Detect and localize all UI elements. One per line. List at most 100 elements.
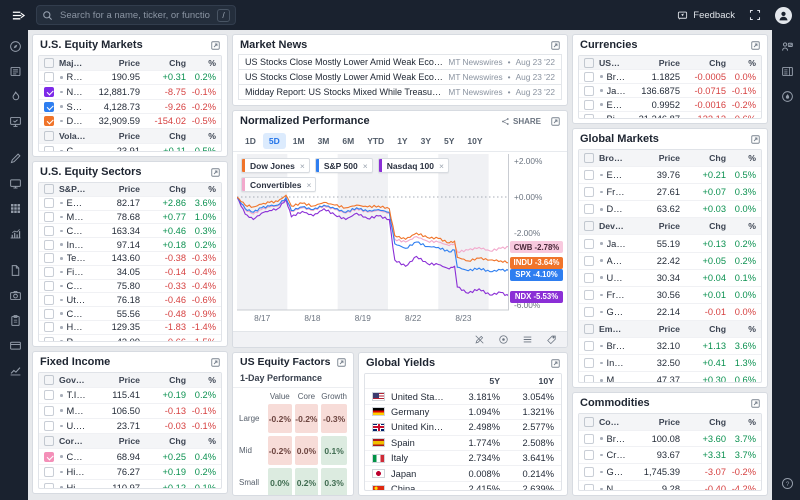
row-checkbox[interactable] <box>44 86 54 97</box>
row-checkbox[interactable] <box>44 211 54 222</box>
yield-row[interactable]: United Kingdom 2.498% 2.577% <box>365 420 561 436</box>
app-logo-icon[interactable] <box>8 6 28 24</box>
table-row[interactable]: Major Indices & ETFs Price Chg % <box>39 56 221 71</box>
news-item[interactable]: Midday Report: US Stocks Mixed While Tre… <box>238 84 562 100</box>
row-checkbox[interactable] <box>584 289 594 300</box>
row-checkbox[interactable] <box>44 436 54 447</box>
table-row[interactable]: Industrials 97.14 +0.18 0.2% <box>39 238 221 252</box>
legend-close-icon[interactable]: × <box>363 161 368 171</box>
factor-cell[interactable]: -0.2% <box>268 436 292 465</box>
row-checkbox[interactable] <box>584 153 594 164</box>
legend-chip[interactable]: Convertibles × <box>241 177 317 192</box>
range-button[interactable]: 5Y <box>438 133 460 149</box>
row-checkbox[interactable] <box>584 358 594 369</box>
row-checkbox[interactable] <box>584 306 594 317</box>
news-item[interactable]: US Stocks Close Mostly Lower Amid Weak E… <box>238 69 562 85</box>
range-button[interactable]: 3M <box>312 133 336 149</box>
expand-icon[interactable] <box>551 358 560 368</box>
table-row[interactable]: Australia 22.42 +0.05 0.2% <box>579 253 761 270</box>
row-checkbox[interactable] <box>44 267 54 278</box>
row-checkbox[interactable] <box>44 390 54 401</box>
table-row[interactable]: Russell 2000 190.95 +0.31 0.2% <box>39 71 221 86</box>
table-row[interactable]: Germany 22.14 -0.01 0.0% <box>579 304 761 321</box>
factor-cell[interactable]: -0.2% <box>268 404 292 433</box>
table-row[interactable]: S&P 500 4,128.73 -9.26 -0.2% <box>39 100 221 115</box>
row-checkbox[interactable] <box>44 253 54 264</box>
sidebar-item-help[interactable]: ? <box>772 471 800 496</box>
yield-row[interactable]: United States 3.181% 3.054% <box>365 389 561 405</box>
table-row[interactable]: Crude Oil 93.67 +3.31 3.7% <box>579 447 761 465</box>
row-checkbox[interactable] <box>44 116 54 127</box>
sidebar-item-apps[interactable] <box>0 196 28 221</box>
yield-row[interactable]: Germany 1.094% 1.321% <box>365 405 561 421</box>
table-row[interactable]: Health Care 129.35 -1.83 -1.4% <box>39 321 221 335</box>
sidebar-item-camera[interactable] <box>0 283 28 308</box>
table-row[interactable]: T.I.P.S 115.41 +0.19 0.2% <box>39 388 221 404</box>
avatar[interactable] <box>775 6 792 24</box>
legend-chip[interactable]: S&P 500 × <box>314 158 373 173</box>
sidebar-item-advisor[interactable] <box>772 34 800 59</box>
table-row[interactable]: Nasdaq 100 12,881.79 -8.75 -0.1% <box>39 85 221 100</box>
expand-icon[interactable] <box>211 167 220 177</box>
range-button[interactable]: YTD <box>361 133 390 149</box>
factor-cell[interactable]: 0.1% <box>321 436 347 465</box>
sidebar-item-notes[interactable] <box>0 146 28 171</box>
yield-row[interactable]: Spain 1.774% 2.508% <box>365 436 561 451</box>
sidebar-item-watchlist[interactable] <box>0 59 28 84</box>
table-row[interactable]: British Pound 1.1825 -0.0005 0.0% <box>579 70 761 84</box>
table-row[interactable]: Financials 34.05 -0.14 -0.4% <box>39 266 221 280</box>
row-checkbox[interactable] <box>44 336 54 341</box>
table-row[interactable]: S&P Sector ETFs Price Chg % <box>39 183 221 197</box>
news-item[interactable]: US Stocks Close Mostly Lower Amid Weak E… <box>238 54 562 70</box>
row-checkbox[interactable] <box>584 416 594 427</box>
table-row[interactable]: High Grade 110.97 +0.12 0.1% <box>39 480 221 488</box>
table-row[interactable]: Japanese Yen 136.6875 -0.0715 -0.1% <box>579 84 761 98</box>
row-checkbox[interactable] <box>584 114 594 118</box>
expand-icon[interactable] <box>211 40 220 50</box>
events-icon[interactable] <box>498 334 509 345</box>
table-row[interactable]: Energy 82.17 +2.86 3.6% <box>39 197 221 211</box>
row-checkbox[interactable] <box>584 341 594 352</box>
row-checkbox[interactable] <box>584 71 594 82</box>
row-checkbox[interactable] <box>584 170 594 181</box>
row-checkbox[interactable] <box>584 187 594 198</box>
legend-chip[interactable]: Nasdaq 100 × <box>377 158 449 173</box>
row-checkbox[interactable] <box>44 308 54 319</box>
table-row[interactable]: Mexico 47.37 +0.30 0.6% <box>579 372 761 382</box>
table-row[interactable]: Communications 55.56 -0.48 -0.9% <box>39 307 221 321</box>
table-row[interactable]: Japan 55.19 +0.13 0.2% <box>579 235 761 253</box>
expand-icon[interactable] <box>551 40 560 50</box>
table-row[interactable]: Municipals 106.50 -0.13 -0.1% <box>39 404 221 419</box>
table-row[interactable]: Cons. Staples 75.80 -0.33 -0.4% <box>39 280 221 294</box>
factor-cell[interactable]: 0.2% <box>294 468 319 495</box>
annotations-off-icon[interactable] <box>474 334 485 345</box>
table-row[interactable]: CBOE VIX 23.91 +0.11 0.5% <box>39 144 221 151</box>
row-checkbox[interactable] <box>584 450 594 461</box>
row-checkbox[interactable] <box>44 482 54 488</box>
table-row[interactable]: Bitcoin 21,346.87 -132.13 -0.6% <box>579 112 761 118</box>
table-row[interactable]: Natural Gas 9.28 -0.40 -4.2% <box>579 481 761 490</box>
row-checkbox[interactable] <box>44 198 54 209</box>
performance-chart[interactable]: Dow Jones × S&P 500 × Nasdaq 100 × Conve… <box>236 154 510 312</box>
legend-close-icon[interactable]: × <box>300 161 305 171</box>
table-row[interactable]: Commodities Price Chg % <box>579 414 761 431</box>
table-row[interactable]: France 30.56 +0.01 0.0% <box>579 287 761 304</box>
sidebar-item-wallet[interactable] <box>0 333 28 358</box>
range-button[interactable]: 3Y <box>415 133 437 149</box>
range-button[interactable]: 6M <box>336 133 360 149</box>
range-button[interactable]: 10Y <box>461 133 488 149</box>
row-checkbox[interactable] <box>584 484 594 490</box>
table-row[interactable]: High Yield 76.27 +0.19 0.2% <box>39 465 221 481</box>
expand-icon[interactable] <box>211 357 220 367</box>
yield-row[interactable]: 5Y 10Y <box>365 374 561 390</box>
row-checkbox[interactable] <box>44 280 54 291</box>
table-row[interactable]: Cons. Discretionary 163.34 +0.46 0.3% <box>39 224 221 239</box>
yield-row[interactable]: China 2.415% 2.639% <box>365 482 561 490</box>
factor-cell[interactable]: 0.0% <box>294 436 319 465</box>
legend-close-icon[interactable]: × <box>307 180 312 190</box>
row-checkbox[interactable] <box>44 375 54 386</box>
table-row[interactable]: Developed 63.62 +0.03 0.0% <box>579 201 761 219</box>
table-row[interactable]: Emerging Markets Price Chg % <box>579 320 761 339</box>
table-row[interactable]: Brazil 32.10 +1.13 3.6% <box>579 338 761 356</box>
row-checkbox[interactable] <box>584 85 594 96</box>
